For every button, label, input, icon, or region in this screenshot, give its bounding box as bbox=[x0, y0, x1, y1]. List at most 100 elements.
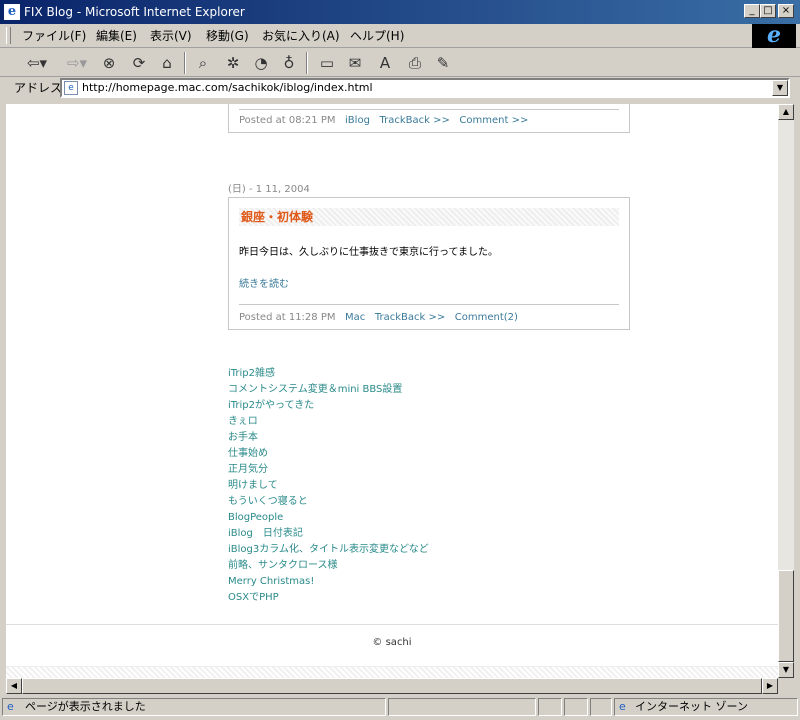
address-input[interactable]: e http://homepage.mac.com/sachikok/iblog… bbox=[60, 78, 790, 98]
recent-entry-link[interactable]: 仕事始め bbox=[228, 446, 429, 462]
recent-entry-link[interactable]: 前略、サンタクロース様 bbox=[228, 558, 429, 574]
recent-entry-link[interactable]: iTrip2がやってきた bbox=[228, 398, 429, 414]
stop-icon: ⊗ bbox=[102, 54, 116, 72]
stop-button[interactable]: ⊗ bbox=[98, 52, 120, 74]
fullscreen-icon: ▭ bbox=[319, 54, 335, 72]
posted-time: Posted at 08:21 PM bbox=[239, 115, 336, 126]
recent-entry-link[interactable]: もういくつ寝ると bbox=[228, 494, 429, 510]
page-viewport: Posted at 08:21 PM iBlog TrackBack >> Co… bbox=[6, 104, 778, 678]
refresh-button[interactable]: ⟳ bbox=[128, 52, 150, 74]
forward-arrow-icon: ⇨▾ bbox=[66, 54, 88, 72]
footer-copyright: © sachi bbox=[372, 637, 412, 648]
menu-favorites[interactable]: お気に入り(A) bbox=[262, 28, 340, 44]
menu-go[interactable]: 移動(G) bbox=[206, 28, 249, 44]
entry-body: 昨日今日は、久しぶりに仕事抜きで東京に行ってました。 bbox=[239, 247, 498, 258]
printer-icon: ⎙ bbox=[408, 54, 421, 72]
mail-icon: ✉ bbox=[348, 54, 362, 72]
globe-icon: e bbox=[619, 700, 626, 713]
search-button[interactable]: ⌕ bbox=[192, 52, 214, 74]
menu-file[interactable]: ファイル(F) bbox=[22, 28, 86, 44]
close-button[interactable]: × bbox=[778, 4, 794, 18]
status-text: ページが表示されました bbox=[25, 700, 146, 713]
arrow-down-icon: ▼ bbox=[782, 665, 790, 674]
zone-text: インターネット ゾーン bbox=[635, 700, 748, 713]
minimize-button[interactable]: _ bbox=[744, 4, 760, 18]
standard-toolbar: ⇦▾ ⇨▾ ⊗ ⟳ ⌂ ⌕ ✲ ◔ ♁ ▭ ✉ A ⎙ ✎ bbox=[0, 49, 800, 77]
entry-footer: Posted at 11:28 PM Mac TrackBack >> Comm… bbox=[239, 311, 518, 325]
address-label: アドレス bbox=[14, 81, 63, 95]
menu-edit[interactable]: 編集(E) bbox=[96, 28, 137, 44]
back-arrow-icon: ⇦▾ bbox=[26, 54, 48, 72]
recent-entry-link[interactable]: 明けまして bbox=[228, 478, 429, 494]
channels-button[interactable]: ♁ bbox=[278, 52, 300, 74]
status-progress-cell bbox=[388, 698, 536, 716]
channels-icon: ♁ bbox=[283, 54, 295, 72]
font-icon: A bbox=[379, 54, 391, 72]
prev-entry-card: Posted at 08:21 PM iBlog TrackBack >> Co… bbox=[228, 104, 630, 133]
maximize-button[interactable]: □ bbox=[760, 4, 776, 18]
address-bar: アドレス e http://homepage.mac.com/sachikok/… bbox=[0, 77, 800, 99]
fullscreen-button[interactable]: ▭ bbox=[316, 52, 338, 74]
recent-entry-link[interactable]: iBlog 日付表記 bbox=[228, 526, 429, 542]
home-button[interactable]: ⌂ bbox=[156, 52, 178, 74]
arrow-right-icon: ▶ bbox=[766, 681, 774, 690]
home-icon: ⌂ bbox=[162, 54, 172, 72]
search-icon: ⌕ bbox=[198, 54, 208, 72]
arrow-up-icon: ▲ bbox=[782, 107, 790, 116]
entry-card: 銀座・初体験 昨日今日は、久しぶりに仕事抜きで東京に行ってました。 続きを読む … bbox=[228, 197, 630, 330]
ie-app-icon: e bbox=[4, 4, 20, 20]
recent-entry-link[interactable]: Merry Christmas! bbox=[228, 574, 429, 590]
history-button[interactable]: ◔ bbox=[250, 52, 272, 74]
trackback-link[interactable]: TrackBack >> bbox=[375, 312, 445, 323]
status-cell bbox=[590, 698, 612, 716]
title-bar: e FIX Blog - Microsoft Internet Explorer… bbox=[0, 0, 800, 24]
footer-strip bbox=[6, 666, 778, 678]
menu-view[interactable]: 表示(V) bbox=[150, 28, 192, 44]
category-link[interactable]: Mac bbox=[345, 312, 365, 323]
history-icon: ◔ bbox=[254, 54, 268, 72]
page-icon: e bbox=[64, 81, 78, 95]
page-icon: e bbox=[7, 700, 14, 713]
trackback-link[interactable]: TrackBack >> bbox=[379, 115, 449, 126]
category-link[interactable]: iBlog bbox=[345, 115, 370, 126]
menu-help[interactable]: ヘルプ(H) bbox=[350, 28, 404, 44]
back-button[interactable]: ⇦▾ bbox=[20, 52, 54, 74]
toolbar-separator bbox=[184, 52, 186, 74]
read-more-link[interactable]: 続きを読む bbox=[239, 278, 289, 292]
comment-link[interactable]: Comment >> bbox=[459, 115, 528, 126]
scroll-down-button[interactable]: ▼ bbox=[778, 662, 794, 678]
recent-entry-link[interactable]: コメントシステム変更＆mini BBS設置 bbox=[228, 382, 429, 398]
recent-entry-link[interactable]: iTrip2雑感 bbox=[228, 366, 429, 382]
vertical-scroll-thumb[interactable] bbox=[778, 570, 794, 662]
recent-entry-link[interactable]: きぇロ bbox=[228, 414, 429, 430]
horizontal-scrollbar[interactable]: ◀ ▶ bbox=[6, 678, 778, 694]
favorites-button[interactable]: ✲ bbox=[222, 52, 244, 74]
footer-divider bbox=[6, 624, 778, 625]
card-divider bbox=[239, 109, 619, 110]
font-size-button[interactable]: A bbox=[374, 52, 396, 74]
favorites-icon: ✲ bbox=[226, 54, 240, 72]
comment-link[interactable]: Comment(2) bbox=[455, 312, 518, 323]
scroll-right-button[interactable]: ▶ bbox=[762, 678, 778, 694]
recent-entry-link[interactable]: BlogPeople bbox=[228, 510, 429, 526]
status-bar: e ページが表示されました e インターネット ゾーン bbox=[0, 698, 800, 720]
recent-entry-link[interactable]: OSXでPHP bbox=[228, 590, 429, 606]
status-cell bbox=[564, 698, 588, 716]
forward-button[interactable]: ⇨▾ bbox=[60, 52, 94, 74]
recent-entry-link[interactable]: iBlog3カラム化、タイトル表示変更などなど bbox=[228, 542, 429, 558]
print-button[interactable]: ⎙ bbox=[404, 52, 426, 74]
menu-grip bbox=[6, 27, 11, 44]
edit-icon: ✎ bbox=[436, 54, 450, 72]
address-dropdown-button[interactable]: ▼ bbox=[772, 80, 788, 96]
address-url[interactable]: http://homepage.mac.com/sachikok/iblog/i… bbox=[82, 81, 373, 95]
scroll-left-button[interactable]: ◀ bbox=[6, 678, 22, 694]
edit-button[interactable]: ✎ bbox=[432, 52, 454, 74]
ie-throbber: e bbox=[752, 24, 796, 48]
recent-entry-link[interactable]: 正月気分 bbox=[228, 462, 429, 478]
entry-title[interactable]: 銀座・初体験 bbox=[239, 208, 619, 226]
mail-button[interactable]: ✉ bbox=[344, 52, 366, 74]
vertical-scrollbar[interactable]: ▲ ▼ bbox=[778, 104, 794, 678]
recent-entry-link[interactable]: お手本 bbox=[228, 430, 429, 446]
scroll-up-button[interactable]: ▲ bbox=[778, 104, 794, 120]
horizontal-scroll-thumb[interactable] bbox=[22, 678, 762, 694]
